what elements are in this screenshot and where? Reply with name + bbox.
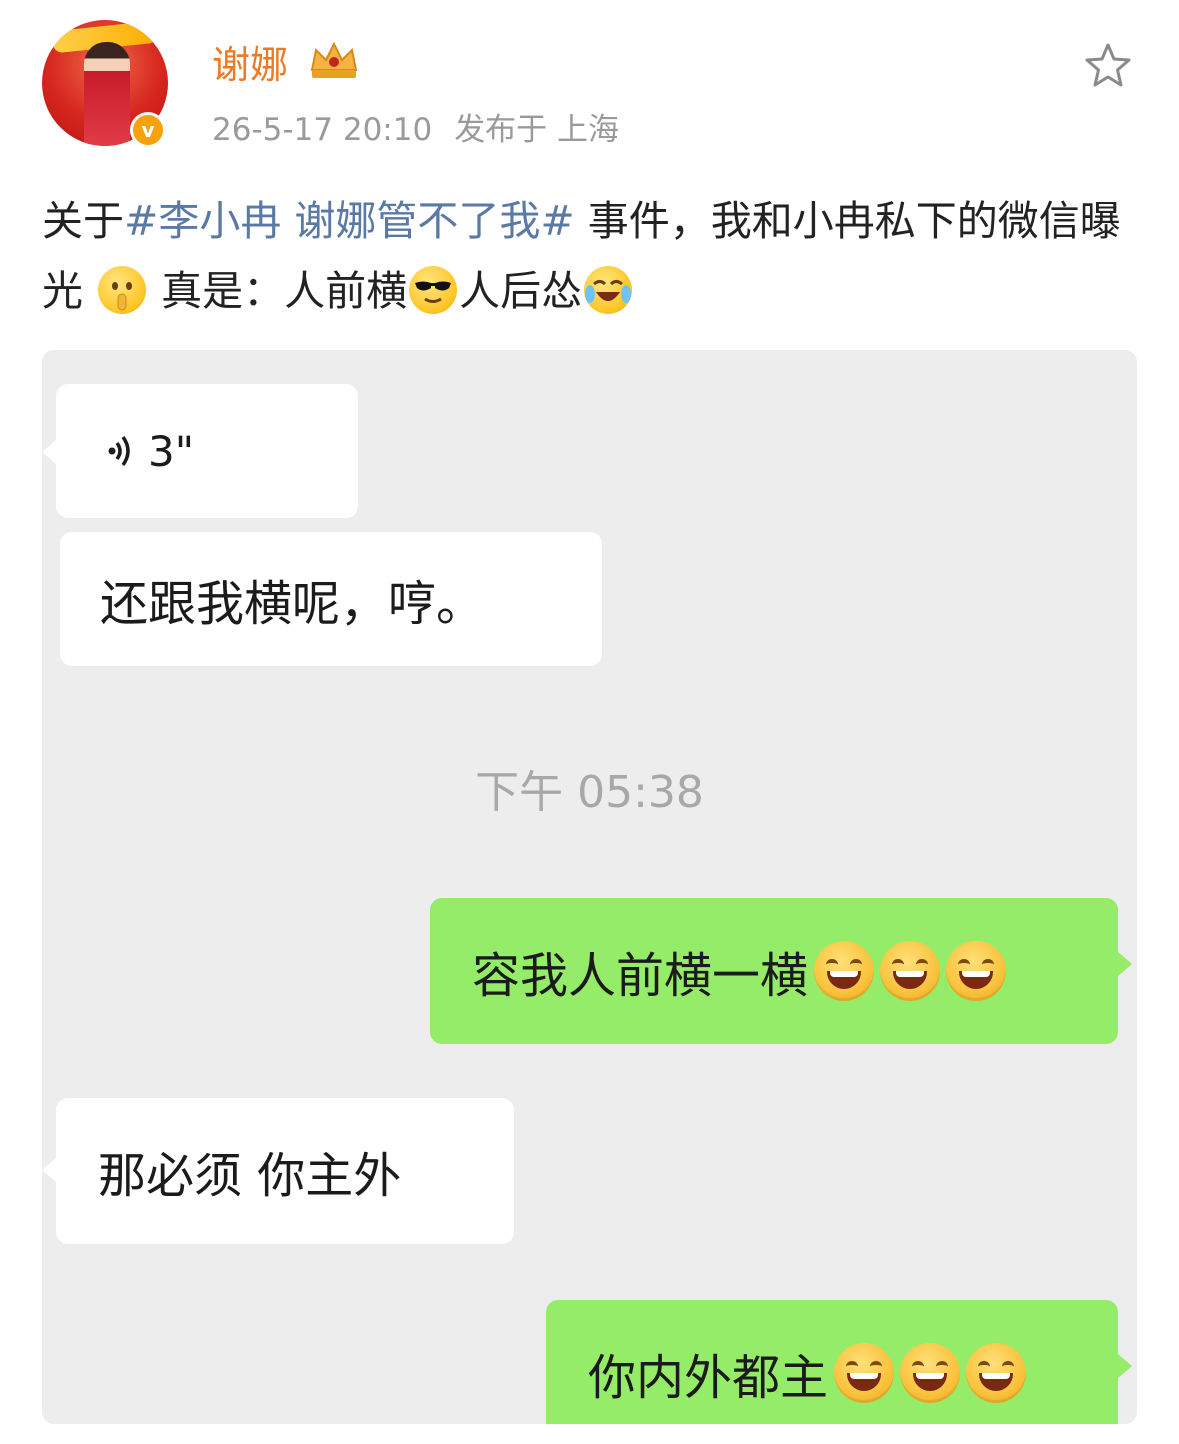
- post-text-tail-2: 人后怂: [459, 267, 583, 315]
- voice-message[interactable]: 3": [56, 384, 358, 518]
- message-text: 容我人前横一横: [472, 948, 809, 1004]
- grin-emoji: [834, 1343, 895, 1403]
- post-text-prefix: 关于: [42, 197, 124, 245]
- star-icon[interactable]: [1082, 40, 1134, 92]
- verified-badge-icon: v: [130, 112, 166, 148]
- shush-emoji: [98, 266, 147, 314]
- bubble-tail: [42, 440, 56, 464]
- avatar-figure: [84, 42, 130, 146]
- message-text: 你内外都主: [588, 1350, 829, 1406]
- post-date: 26-5-17 20:10: [212, 112, 433, 148]
- chat-screenshot: 3" 还跟我横呢，哼。 下午 05:38 容我人前横一横 那必须 你主外 你内外…: [42, 350, 1137, 1424]
- member-crown-icon[interactable]: [308, 40, 360, 80]
- message-text: 还跟我横呢，哼。: [100, 576, 485, 632]
- outgoing-message[interactable]: 你内外都主: [546, 1300, 1118, 1424]
- incoming-message[interactable]: 那必须 你主外: [56, 1098, 514, 1244]
- grin-emoji: [946, 941, 1007, 1001]
- grin-emoji: [814, 941, 875, 1001]
- chat-timestamp: 下午 05:38: [475, 767, 704, 818]
- voice-icon: [108, 435, 130, 467]
- grin-emoji: [900, 1343, 961, 1403]
- post-text-tail-1: 真是：人前横: [161, 267, 408, 315]
- grin-emoji: [880, 941, 941, 1001]
- post-text: 关于#李小冉 谢娜管不了我# 事件，我和小冉私下的微信曝光 真是：人前横 人后怂: [42, 186, 1142, 326]
- outgoing-message[interactable]: 容我人前横一横: [430, 898, 1118, 1044]
- bubble-tail: [1118, 1354, 1132, 1378]
- incoming-message[interactable]: 还跟我横呢，哼。: [60, 532, 602, 666]
- cool-sunglasses-emoji: [409, 266, 458, 314]
- grin-emoji: [966, 1343, 1027, 1403]
- bubble-tail: [1118, 952, 1132, 976]
- topic-link[interactable]: #李小冉 谢娜管不了我#: [124, 197, 575, 245]
- laugh-crying-emoji: [584, 266, 633, 314]
- bubble-tail: [42, 1158, 56, 1182]
- message-text: 那必须 你主外: [98, 1148, 402, 1204]
- author-name[interactable]: 谢娜: [212, 34, 288, 89]
- voice-duration: 3": [148, 426, 195, 476]
- post-location: 发布于 上海: [454, 112, 620, 148]
- post-meta: 26-5-17 20:10 发布于 上海: [212, 104, 641, 149]
